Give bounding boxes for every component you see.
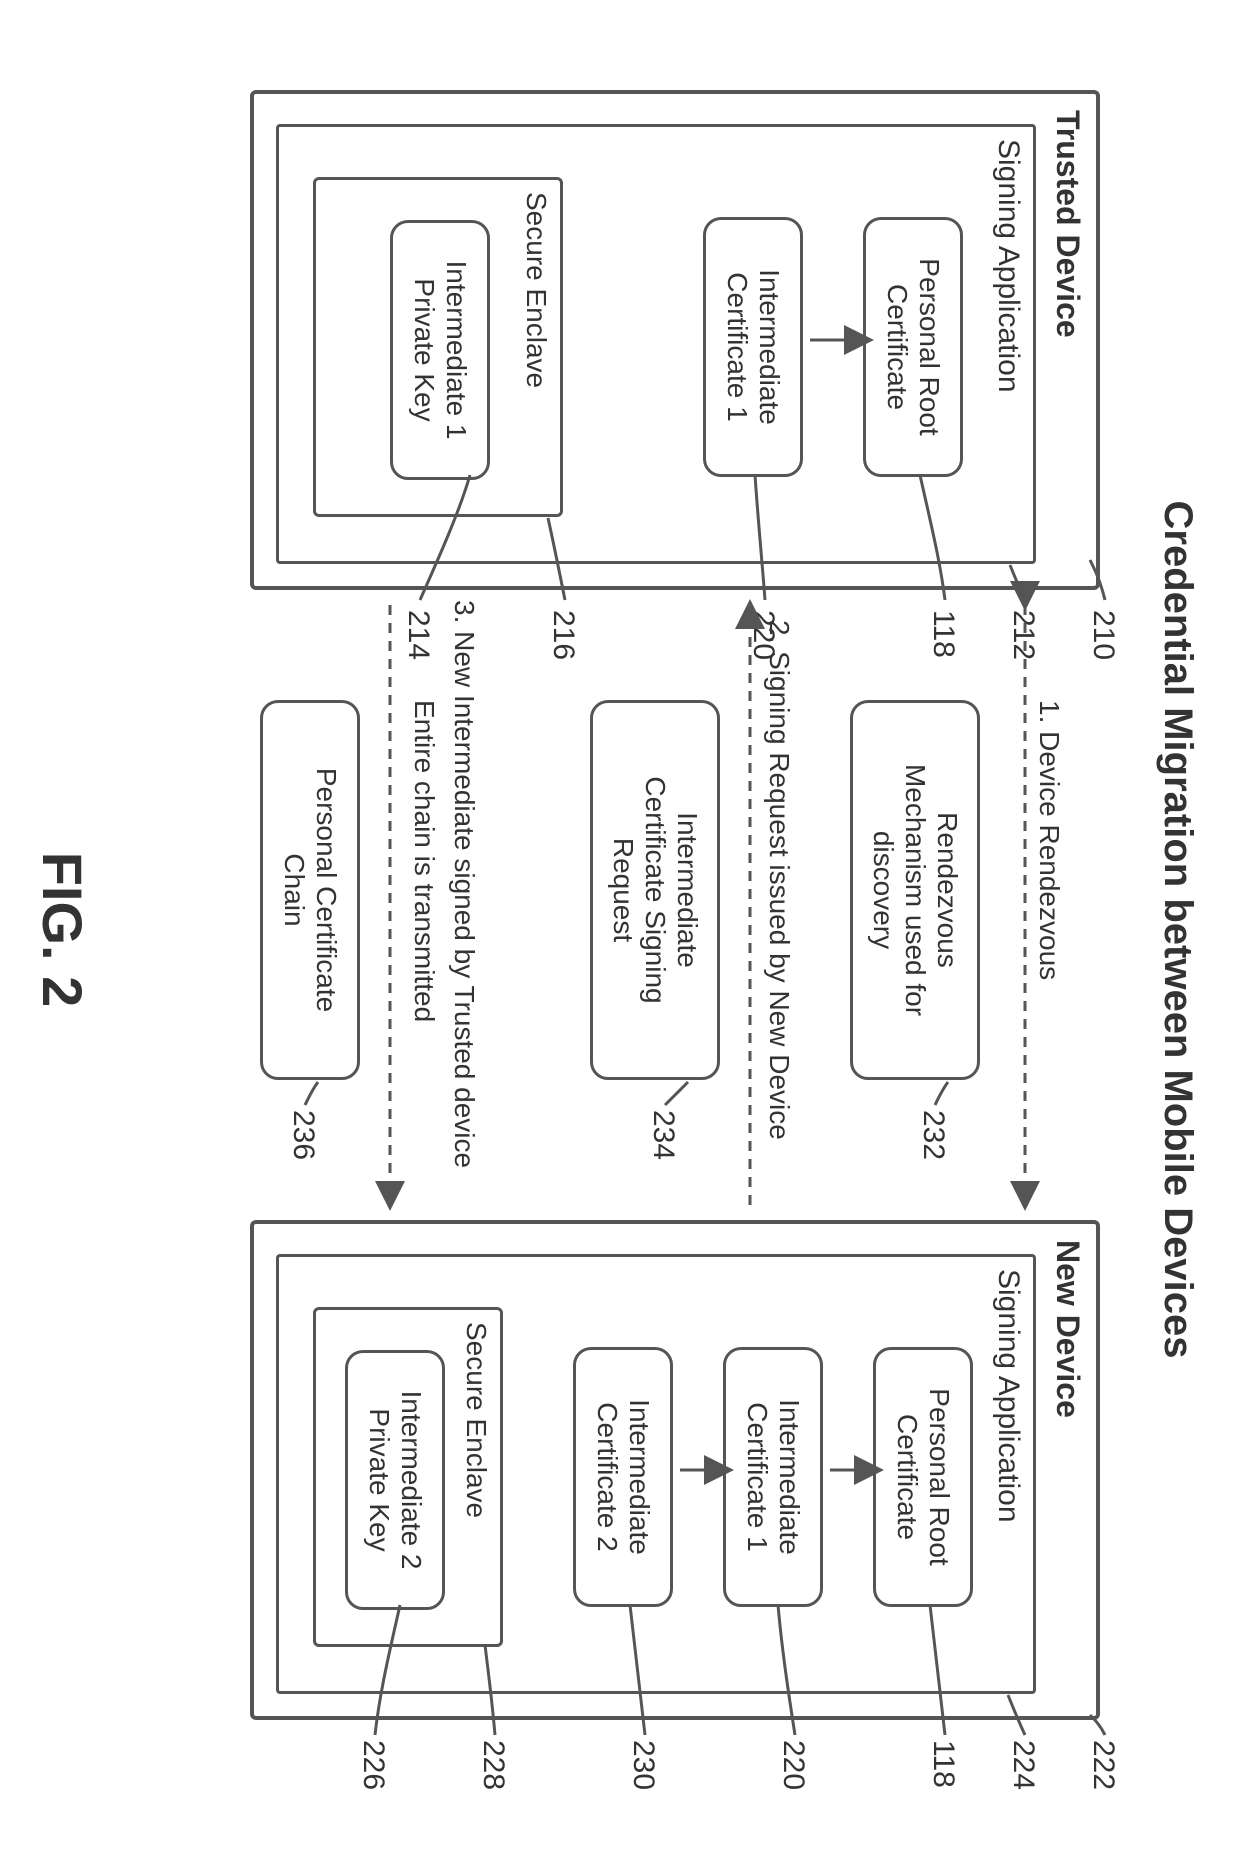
callout-210: 210 <box>1086 610 1120 660</box>
trusted-int1-key: Intermediate 1 Private Key <box>390 220 490 480</box>
new-int2-cert: Intermediate Certificate 2 <box>573 1347 673 1607</box>
trusted-int1-cert: Intermediate Certificate 1 <box>703 217 803 477</box>
new-device-frame: New Device Signing Application Personal … <box>250 1220 1100 1720</box>
callout-118a: 118 <box>926 610 960 658</box>
callout-220a: 220 <box>746 610 780 660</box>
callout-228: 228 <box>476 1740 510 1790</box>
callout-230: 230 <box>626 1740 660 1790</box>
callout-236: 236 <box>286 1110 320 1160</box>
callout-216: 216 <box>546 610 580 660</box>
trusted-root-cert: Personal Root Certificate <box>863 217 963 477</box>
new-root-cert: Personal Root Certificate <box>873 1347 973 1607</box>
callout-220b: 220 <box>776 1740 810 1790</box>
new-int1-cert: Intermediate Certificate 1 <box>723 1347 823 1607</box>
callout-214: 214 <box>401 610 435 660</box>
rendezvous-mechanism-box: Rendezvous Mechanism used for discovery <box>850 700 980 1080</box>
callout-226: 226 <box>356 1740 390 1790</box>
callout-224: 224 <box>1006 1740 1040 1790</box>
step-3-label-b: Entire chain is transmitted <box>408 700 440 1022</box>
new-secure-enclave: Secure Enclave Intermediate 2 Private Ke… <box>313 1307 503 1647</box>
step-3-label-a: 3. New Intermediate signed by Trusted de… <box>448 600 480 1168</box>
trusted-signing-app-frame: Signing Application Personal Root Certif… <box>276 124 1036 564</box>
new-enclave-label: Secure Enclave <box>460 1322 492 1518</box>
new-int2-key: Intermediate 2 Private Key <box>345 1350 445 1610</box>
callout-234: 234 <box>646 1110 680 1160</box>
callout-232: 232 <box>916 1110 950 1160</box>
callout-212: 212 <box>1006 610 1040 660</box>
new-signing-app-frame: Signing Application Personal Root Certif… <box>276 1254 1036 1694</box>
trusted-secure-enclave: Secure Enclave Intermediate 1 Private Ke… <box>313 177 563 517</box>
callout-118b: 118 <box>926 1740 960 1788</box>
figure-label: FIG. 2 <box>30 0 95 1859</box>
trusted-app-label: Signing Application <box>991 139 1025 393</box>
new-app-label: Signing Application <box>991 1269 1025 1523</box>
trusted-device-frame: Trusted Device Signing Application Perso… <box>250 90 1100 590</box>
new-device-title: New Device <box>1049 1240 1086 1418</box>
csr-box: Intermediate Certificate Signing Request <box>590 700 720 1080</box>
cert-chain-box: Personal Certificate Chain <box>260 700 360 1080</box>
diagram-title: Credential Migration between Mobile Devi… <box>1155 0 1200 1859</box>
trusted-device-title: Trusted Device <box>1049 110 1086 338</box>
callout-222: 222 <box>1086 1740 1120 1790</box>
trusted-enclave-label: Secure Enclave <box>520 192 552 388</box>
step-1-label: 1. Device Rendezvous <box>1033 700 1065 980</box>
step-2-label: 2. Signing Request issued by New Device <box>763 620 795 1140</box>
